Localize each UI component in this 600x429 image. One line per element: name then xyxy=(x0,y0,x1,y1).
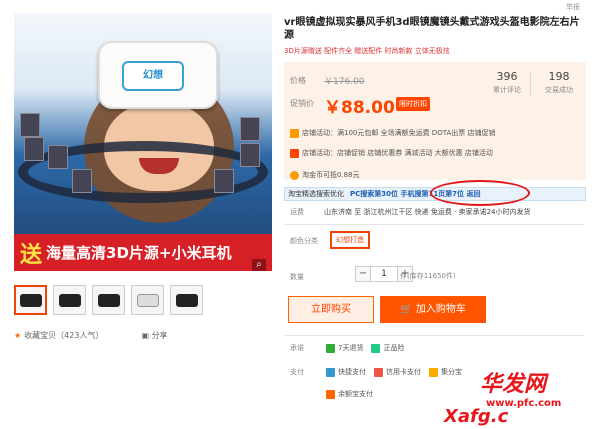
price-panel: 价格 ￥176.00 促销价 ￥88.00 限时折扣 396 累计评论 198 … xyxy=(284,62,586,180)
favorite-button[interactable]: ★ 收藏宝贝（423人气） xyxy=(14,330,103,341)
promo-tag-icon xyxy=(290,128,299,138)
payment-row-2: 余额宝支付 xyxy=(290,389,373,399)
thumbnail-3[interactable] xyxy=(92,285,125,315)
watermark-logo-text: 华发网 xyxy=(480,372,547,397)
quantity-label: 数量 xyxy=(290,273,304,281)
star-icon: ★ xyxy=(14,331,22,340)
promotion-line-2[interactable]: 店铺活动：店铺促销 店铺优惠券 满减活动 大额优惠 店铺活动 xyxy=(290,148,493,158)
return-icon xyxy=(326,343,335,353)
quickpay-icon xyxy=(326,367,335,377)
thumbnail-1[interactable] xyxy=(14,285,47,315)
thumbnail-2[interactable] xyxy=(53,285,86,315)
payment-item[interactable]: 信用卡支付 xyxy=(374,367,421,377)
service-promise-row: 承诺 7天退货 正品险 xyxy=(290,343,405,353)
divider xyxy=(284,224,584,225)
service-item[interactable]: 7天退货 xyxy=(326,343,363,353)
thumbnail-4[interactable] xyxy=(131,285,164,315)
shield-icon xyxy=(371,343,381,353)
quantity-input[interactable]: 1 xyxy=(371,266,397,282)
stock-count: 件(库存11650件) xyxy=(400,272,456,280)
favorite-share-row: ★ 收藏宝贝（423人气） ▣ 分享 xyxy=(14,330,168,341)
original-price: ￥176.00 xyxy=(324,77,365,87)
coin-deduction: 淘金币可抵0.88元 xyxy=(290,170,360,180)
product-title: vr眼镜虚拟现实暴风手机3d眼镜魔镜头戴式游戏头盔电影院左右片源 xyxy=(284,17,580,41)
payment-item[interactable]: 快捷支付 xyxy=(326,367,366,377)
product-main-image[interactable]: 幻想 xyxy=(14,13,272,271)
site-watermark: 华发网 www.pfc.com Xafg.c xyxy=(430,362,600,429)
buy-now-button[interactable]: 立即购买 xyxy=(288,296,374,323)
thumbnail-strip xyxy=(14,285,203,315)
sales-count[interactable]: 198 交易成功 xyxy=(532,70,586,95)
stats-divider xyxy=(530,72,531,96)
promo-tag-icon xyxy=(290,148,299,158)
payment-item[interactable]: 余额宝支付 xyxy=(326,389,373,399)
search-icon[interactable]: ⌕ xyxy=(252,259,266,271)
shipping-label: 运费 xyxy=(290,208,304,216)
add-to-cart-button[interactable]: 🛒 加入购物车 xyxy=(380,296,486,323)
share-icon: ▣ xyxy=(141,331,152,340)
color-label: 颜色分类 xyxy=(290,237,318,245)
product-page: 举报 幻想 送 海量高清3D片源+小米耳机 ⌕ ★ 收藏宝贝（423人气） ▣ … xyxy=(0,0,600,429)
red-annotation-circle xyxy=(430,180,530,206)
coin-icon xyxy=(290,170,299,180)
shipping-row: 运费 山东济南 至 浙江杭州江干区 快递 免运费 · 卖家承诺24小时内发货 xyxy=(290,207,530,217)
share-button[interactable]: ▣ 分享 xyxy=(141,330,167,341)
promo-text: 海量高清3D片源+小米耳机 xyxy=(46,244,232,262)
promo-gift-char: 送 xyxy=(20,242,43,268)
promotion-line-1[interactable]: 店铺活动：满100元包邮 全场满额免运费 DOTA出票 店铺促销 xyxy=(290,128,495,138)
shipping-info[interactable]: 山东济南 至 浙江杭州江干区 快递 免运费 · 卖家承诺24小时内发货 xyxy=(324,207,530,217)
review-count[interactable]: 396 累计评论 xyxy=(480,70,534,95)
headset-logo: 幻想 xyxy=(122,61,184,91)
service-item[interactable]: 正品险 xyxy=(371,343,404,353)
vr-headset: 幻想 xyxy=(98,41,218,109)
product-subtitle: 3D片源赠送 配件齐全 赠送配件 时尚新款 立体无极炫 xyxy=(284,47,450,55)
color-option[interactable]: 幻想打造 xyxy=(330,231,370,249)
thumbnail-5[interactable] xyxy=(170,285,203,315)
divider xyxy=(284,335,584,336)
yuebao-icon xyxy=(326,389,335,399)
promo-price: ￥88.00 xyxy=(324,98,395,118)
credit-card-icon xyxy=(374,367,383,377)
original-price-label: 价格 xyxy=(290,76,306,85)
image-promo-banner: 送 海量高清3D片源+小米耳机 xyxy=(14,234,272,271)
quantity-minus-button[interactable]: − xyxy=(355,266,371,282)
report-link[interactable]: 举报 xyxy=(566,2,580,12)
promo-price-label: 促销价 xyxy=(290,99,314,108)
watermark-url-large: Xafg.c xyxy=(444,406,509,427)
discount-badge: 限时折扣 xyxy=(396,97,430,111)
cart-icon: 🛒 xyxy=(400,304,416,315)
